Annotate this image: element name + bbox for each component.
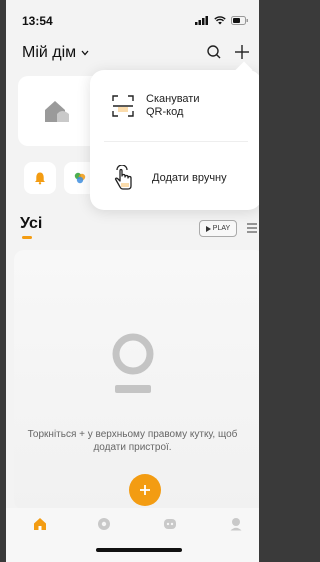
empty-state-text: Торкніться + у верхньому правому кутку, … — [27, 429, 238, 453]
qr-scan-icon — [112, 95, 134, 117]
home-selector[interactable]: Мій дім — [22, 44, 89, 62]
add-device-button[interactable] — [129, 474, 161, 506]
scene-icon — [98, 518, 110, 530]
search-button[interactable] — [202, 40, 226, 64]
home-icon — [34, 518, 46, 530]
search-icon — [207, 45, 221, 59]
tab-scene[interactable] — [96, 516, 112, 532]
status-icons — [195, 16, 249, 25]
tap-hand-icon — [114, 165, 132, 190]
empty-device-icon — [112, 333, 154, 393]
house-icon — [45, 101, 69, 122]
add-manually-label: Додати вручну — [152, 171, 227, 184]
app-screen: 13:54 Мій дім Усі PLAY Торкніться + у ве… — [6, 0, 259, 562]
section-underline — [22, 236, 32, 239]
menu-item-scan-qr[interactable]: Сканувати QR-код — [90, 86, 259, 126]
add-button[interactable] — [230, 40, 254, 64]
status-time: 13:54 — [22, 14, 53, 28]
top-header: Мій дім — [6, 38, 259, 68]
play-button[interactable]: PLAY — [199, 220, 237, 237]
plus-icon — [235, 45, 249, 59]
scan-qr-label-line1: Сканувати — [146, 93, 200, 105]
bottom-tab-bar — [6, 508, 259, 562]
profile-icon — [230, 518, 242, 531]
colorful-scene-icon — [74, 172, 86, 184]
play-icon — [205, 225, 211, 232]
list-menu-button[interactable] — [245, 221, 259, 235]
chevron-down-icon — [81, 50, 89, 56]
signal-icon — [195, 16, 208, 25]
scan-qr-label: Сканувати QR-код — [146, 93, 199, 119]
add-menu-popup: Сканувати QR-код Додати вручну — [90, 61, 259, 210]
menu-icon — [247, 223, 257, 233]
tab-smart[interactable] — [162, 516, 178, 532]
home-name: Мій дім — [22, 44, 77, 61]
tab-all-devices[interactable]: Усі — [20, 215, 42, 233]
status-bar: 13:54 — [6, 0, 259, 34]
tab-profile[interactable] — [228, 516, 244, 532]
wifi-icon — [214, 16, 226, 25]
popup-divider — [104, 141, 248, 142]
menu-item-add-manually[interactable]: Додати вручну — [90, 158, 259, 198]
tab-home[interactable] — [32, 516, 48, 532]
smart-icon — [164, 519, 176, 529]
plus-icon — [140, 485, 150, 495]
bell-icon — [35, 172, 45, 185]
shortcut-alarm[interactable] — [24, 162, 56, 194]
home-indicator — [96, 548, 182, 552]
scan-qr-label-line2: QR-код — [146, 106, 184, 118]
play-label: PLAY — [212, 225, 231, 232]
battery-icon — [231, 16, 248, 25]
